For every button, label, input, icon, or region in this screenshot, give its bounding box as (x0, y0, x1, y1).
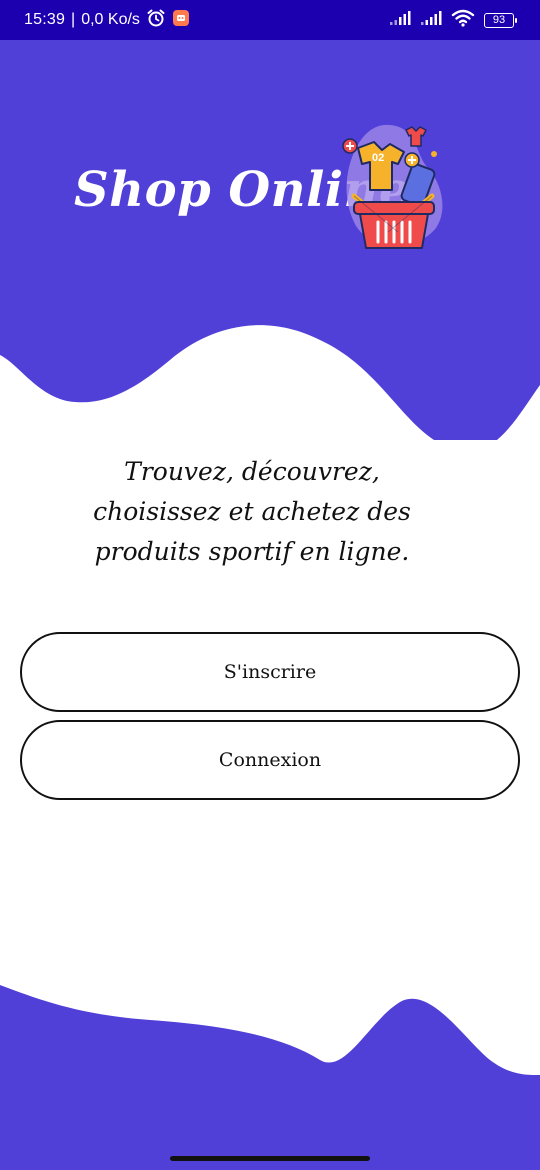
status-bar: 15:39 | 0,0 Ko/s 93 (0, 0, 540, 40)
status-separator: | (71, 11, 76, 28)
network-speed: 0,0 Ko/s (81, 11, 140, 28)
wifi-icon (451, 9, 475, 32)
shopping-basket-icon: 02 (342, 124, 443, 249)
status-right: 93 (389, 0, 517, 40)
register-button[interactable]: S'inscrire (20, 632, 520, 712)
status-time: 15:39 (24, 11, 66, 28)
signal-icon (389, 10, 411, 31)
tagline-line: Trouvez, découvrez, (124, 457, 380, 486)
signal-icon (420, 10, 442, 31)
login-button[interactable]: Connexion (20, 720, 520, 800)
header-wave-background (0, 40, 540, 440)
tagline-line: choisissez et achetez des (93, 497, 411, 526)
alarm-icon (146, 8, 166, 33)
app-notification-icon (172, 9, 190, 32)
tagline: Trouvez, découvrez, choisissez et achete… (60, 452, 444, 572)
register-button-label: S'inscrire (223, 661, 317, 683)
home-indicator[interactable] (170, 1156, 370, 1161)
logo-badge-text: 02 (372, 152, 384, 164)
status-left: 15:39 | 0,0 Ko/s (24, 0, 190, 40)
login-button-label: Connexion (218, 749, 322, 771)
battery-icon: 93 (484, 12, 517, 28)
footer-wave-background (0, 985, 540, 1170)
tagline-line: produits sportif en ligne. (94, 537, 410, 566)
